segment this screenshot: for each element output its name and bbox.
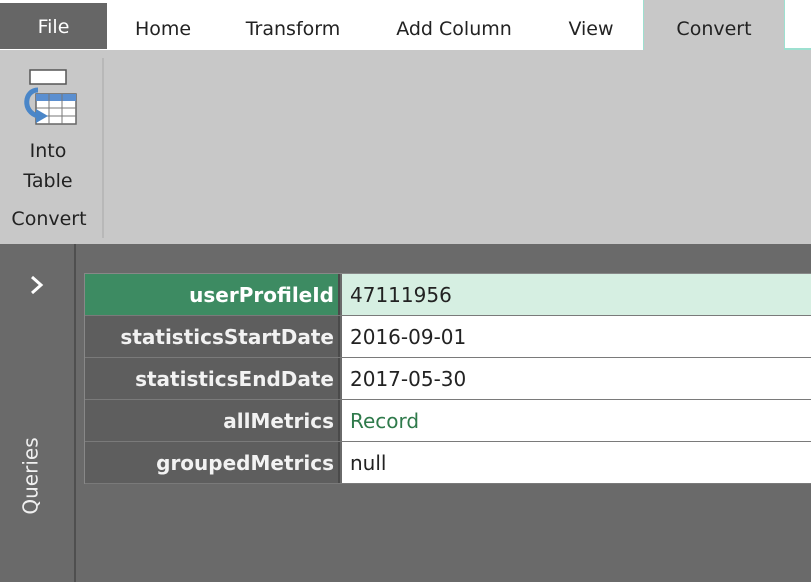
- record-row[interactable]: statisticsStartDate 2016-09-01: [85, 316, 811, 358]
- ribbon-tab-bar: File Home Transform Add Column View Conv…: [0, 0, 811, 52]
- ribbon-group-label: Convert: [11, 208, 87, 230]
- record-row[interactable]: userProfileId 47111956: [85, 274, 811, 316]
- record-field-value[interactable]: 2017-05-30: [342, 358, 811, 399]
- tab-add-column[interactable]: Add Column: [372, 0, 536, 50]
- record-link-value[interactable]: Record: [342, 400, 811, 441]
- record-field-name[interactable]: userProfileId: [85, 274, 340, 315]
- chevron-right-icon[interactable]: [26, 274, 48, 296]
- record-table: userProfileId 47111956 statisticsStartDa…: [84, 273, 811, 484]
- queries-label-text: Queries: [18, 437, 43, 515]
- into-table-icon: [24, 69, 77, 125]
- record-field-value[interactable]: 2016-09-01: [342, 316, 811, 357]
- tab-home[interactable]: Home: [110, 0, 216, 50]
- into-table-label-line1: Into: [29, 140, 67, 162]
- record-field-name[interactable]: statisticsStartDate: [85, 316, 340, 357]
- record-field-name[interactable]: statisticsEndDate: [85, 358, 340, 399]
- queries-pane-label[interactable]: Queries: [2, 434, 72, 514]
- record-field-value[interactable]: null: [342, 442, 811, 483]
- record-row[interactable]: groupedMetrics null: [85, 442, 811, 484]
- ribbon-separator: [102, 58, 104, 238]
- queries-pane: Queries: [0, 244, 76, 582]
- tab-transform[interactable]: Transform: [224, 0, 362, 50]
- record-field-name[interactable]: groupedMetrics: [85, 442, 340, 483]
- into-table-button[interactable]: Into Table: [8, 66, 88, 216]
- tab-convert[interactable]: Convert: [643, 0, 785, 52]
- record-field-name[interactable]: allMetrics: [85, 400, 340, 441]
- record-row[interactable]: statisticsEndDate 2017-05-30: [85, 358, 811, 400]
- record-field-value[interactable]: 47111956: [342, 274, 811, 315]
- ribbon: Into Table Convert: [0, 50, 811, 244]
- into-table-label-line2: Table: [23, 170, 73, 192]
- tab-file[interactable]: File: [0, 3, 107, 49]
- record-row[interactable]: allMetrics Record: [85, 400, 811, 442]
- tab-view[interactable]: View: [545, 0, 637, 50]
